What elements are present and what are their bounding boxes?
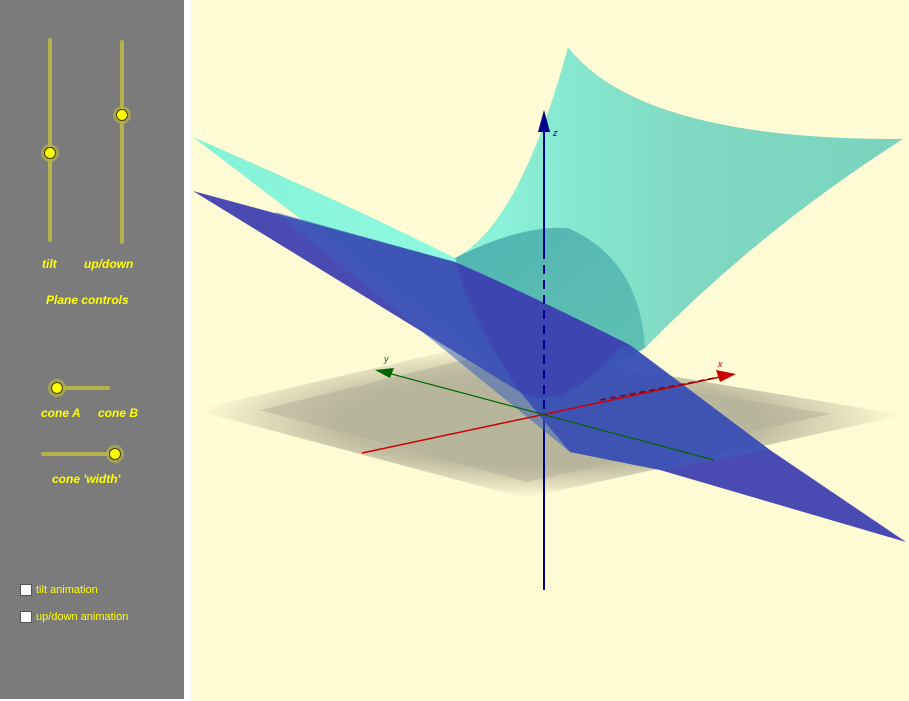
cone-slider-handle[interactable]	[51, 382, 63, 394]
x-axis-label: x	[717, 359, 723, 369]
updown-label: up/down	[84, 257, 134, 271]
z-axis-label: z	[552, 128, 558, 138]
y-axis-label: y	[383, 354, 389, 364]
tilt-animation-checkbox[interactable]	[20, 584, 32, 596]
width-slider-handle[interactable]	[109, 448, 121, 460]
cone-b-label: cone B	[98, 406, 139, 420]
updown-animation-label: up/down animation	[36, 611, 129, 623]
cone-a-label: cone A	[41, 406, 81, 420]
tilt-animation-label: tilt animation	[36, 584, 98, 596]
panel-divider	[184, 0, 191, 701]
updown-slider-track[interactable]	[120, 40, 124, 244]
tilt-label: tilt	[42, 257, 57, 271]
x-axis-arrow	[716, 370, 736, 382]
tilt-animation-row[interactable]: tilt animation	[20, 584, 98, 596]
tilt-slider-track[interactable]	[48, 38, 52, 242]
updown-animation-checkbox[interactable]	[20, 611, 32, 623]
updown-animation-row[interactable]: up/down animation	[20, 611, 128, 623]
tilt-slider-handle[interactable]	[44, 147, 56, 159]
control-panel: tilt up/down Plane controls cone A cone …	[0, 0, 184, 699]
width-label: cone 'width'	[52, 472, 121, 486]
3d-graphics-view[interactable]: x y z	[191, 0, 909, 701]
updown-slider-handle[interactable]	[116, 109, 128, 121]
plane-controls-label: Plane controls	[46, 293, 129, 307]
